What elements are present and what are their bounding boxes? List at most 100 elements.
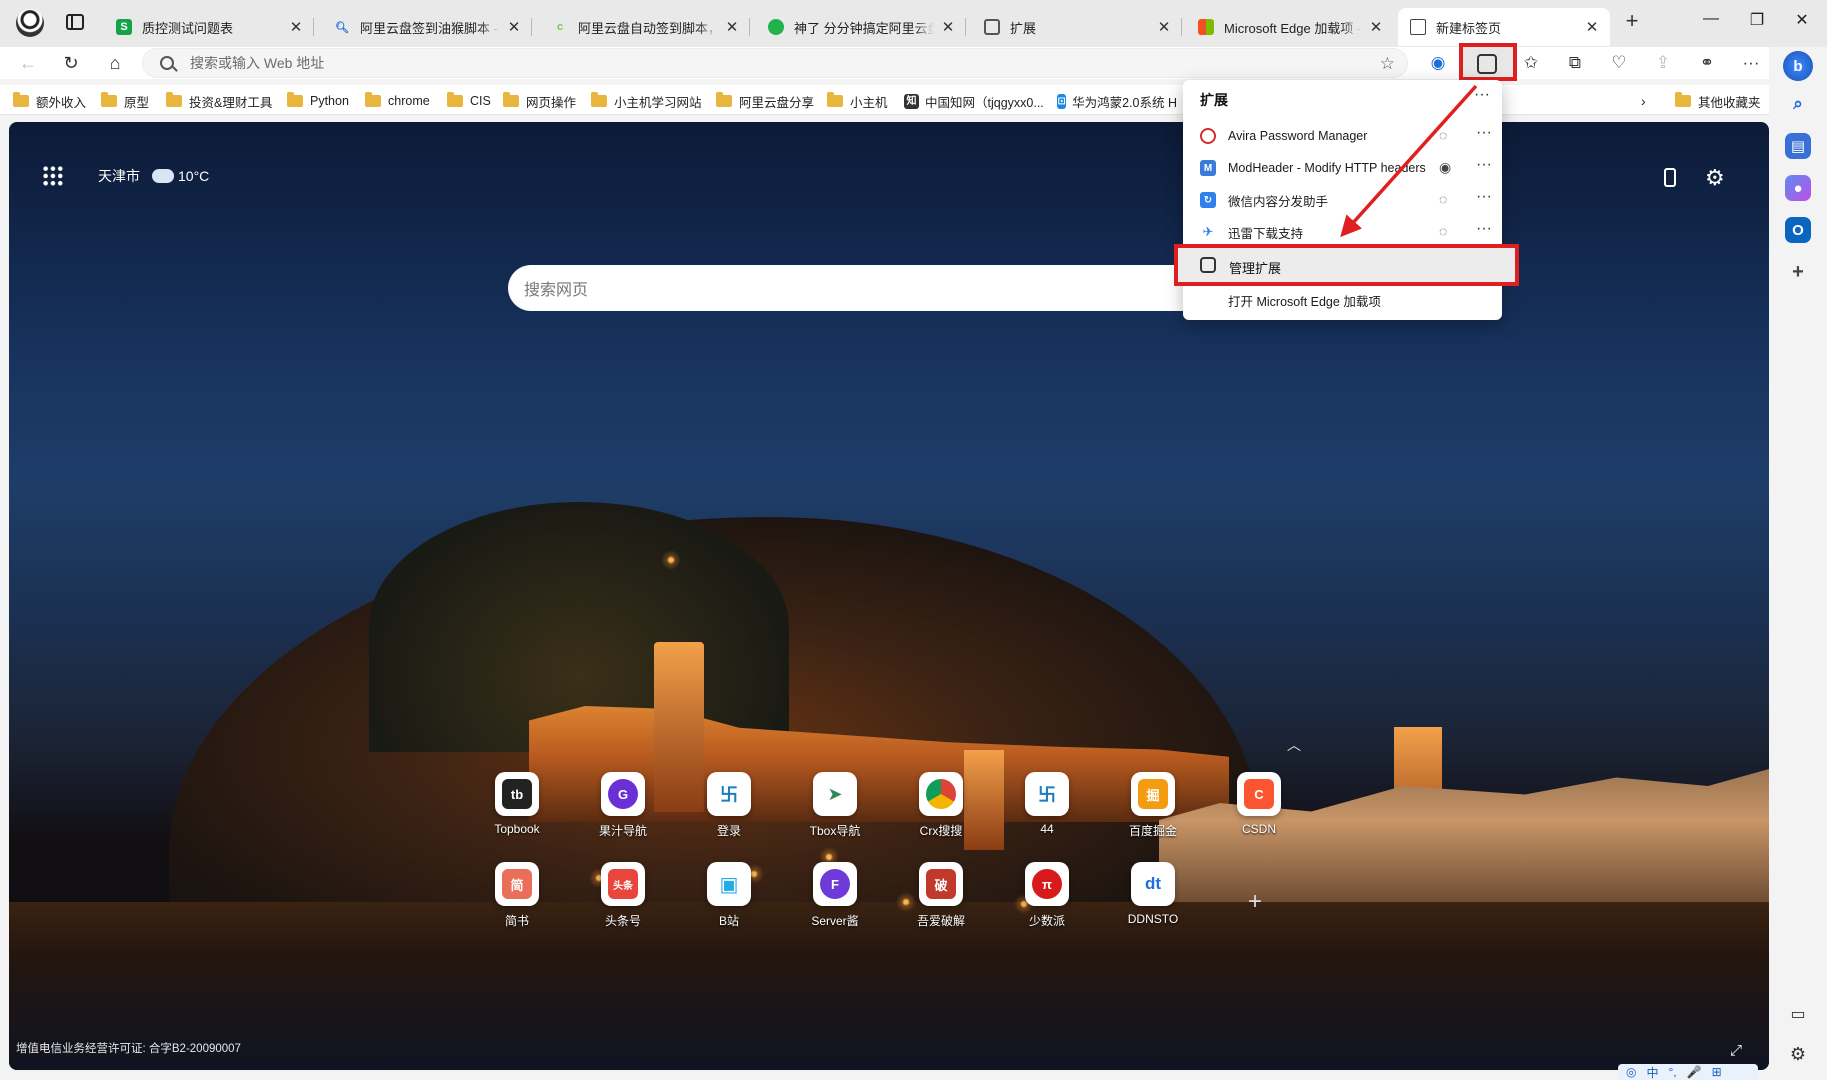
tab-4[interactable]: 扩展 ✕ bbox=[972, 8, 1182, 46]
quick-link-serverchan[interactable]: F Server酱 bbox=[792, 862, 878, 929]
quick-link-guozhi[interactable]: G 果汁导航 bbox=[580, 772, 666, 839]
settings-icon[interactable]: ⚙ bbox=[1785, 1041, 1811, 1067]
quick-link-juejin[interactable]: 掘百度掘金 bbox=[1110, 772, 1196, 839]
more-icon[interactable]: ··· bbox=[1476, 188, 1492, 206]
close-icon[interactable]: ✕ bbox=[724, 18, 740, 36]
bookmark-folder[interactable]: 原型 bbox=[101, 91, 149, 111]
close-icon[interactable]: ✕ bbox=[506, 18, 522, 36]
quick-link-tbox[interactable]: ➤ Tbox导航 bbox=[792, 772, 878, 839]
extension-item[interactable]: Avira Password Manager ◌ ··· bbox=[1183, 120, 1502, 152]
games-icon[interactable]: ● bbox=[1785, 175, 1811, 201]
close-icon[interactable]: ✕ bbox=[288, 18, 304, 36]
quick-link-bilibili[interactable]: ▣ B站 bbox=[686, 862, 772, 929]
folder-icon bbox=[365, 92, 381, 107]
back-button[interactable]: ← bbox=[14, 49, 42, 77]
bookmark-folder[interactable]: Python bbox=[287, 91, 349, 111]
tab-0[interactable]: S 质控测试问题表 ✕ bbox=[104, 8, 314, 46]
bookmark-folder[interactable]: 投资&理财工具 bbox=[166, 91, 272, 111]
extension-item[interactable]: M ModHeader - Modify HTTP headers ◉ ··· bbox=[1183, 152, 1502, 184]
tab-5[interactable]: Microsoft Edge 加载项 - Te ✕ bbox=[1186, 8, 1394, 46]
performance-icon[interactable]: ⚭ bbox=[1693, 49, 1721, 77]
search-icon[interactable]: ⌕ bbox=[1785, 91, 1811, 117]
quick-link-topbook[interactable]: tb Topbook bbox=[474, 772, 560, 836]
extensions-button[interactable] bbox=[1459, 43, 1517, 81]
bookmark-link[interactable]: ⊡ 华为鸿蒙2.0系统 H bbox=[1057, 91, 1177, 111]
search-icon: 🔍︎ bbox=[335, 21, 349, 34]
address-bar[interactable]: 搜索或输入 Web 地址 ☆ bbox=[142, 48, 1408, 78]
add-favorite-icon[interactable]: ☆ bbox=[1380, 54, 1395, 74]
tab-2[interactable]: c 阿里云盘自动签到脚本，适 ✕ bbox=[540, 8, 750, 46]
sidebar-toggle-icon[interactable]: ▭ bbox=[1785, 1001, 1811, 1027]
refresh-button[interactable]: ↻ bbox=[57, 49, 85, 77]
weather-widget[interactable]: 天津市 10°C bbox=[98, 163, 209, 186]
page-settings-icon[interactable]: ⚙ bbox=[1705, 165, 1725, 191]
more-icon[interactable]: ··· bbox=[1476, 156, 1492, 174]
site-icon: ⊡ bbox=[1057, 93, 1067, 109]
bookmark-folder[interactable]: CIS bbox=[447, 91, 491, 111]
open-edge-addons-item[interactable]: 打开 Microsoft Edge 加载项 bbox=[1228, 291, 1381, 310]
bookmark-folder[interactable]: 网页操作 bbox=[503, 91, 576, 111]
minimize-button[interactable]: — bbox=[1696, 10, 1726, 34]
quick-link-52pojie[interactable]: 破吾爱破解 bbox=[898, 862, 984, 929]
apps-launcher-icon[interactable] bbox=[42, 165, 64, 187]
more-icon[interactable]: ··· bbox=[1476, 220, 1492, 238]
quick-link-toutiao[interactable]: 头条 头条号 bbox=[580, 862, 666, 929]
wechat-icon bbox=[768, 19, 784, 35]
other-favorites-folder[interactable]: 其他收藏夹 bbox=[1675, 91, 1761, 111]
bookmark-folder[interactable]: 额外收入 bbox=[13, 91, 86, 111]
new-tab-button[interactable]: + bbox=[1620, 10, 1644, 34]
hidden-eye-icon[interactable]: ◌ bbox=[1439, 127, 1447, 143]
close-icon[interactable]: ✕ bbox=[1584, 18, 1600, 36]
expand-icon[interactable]: ⤢ bbox=[1730, 1042, 1742, 1059]
modheader-icon[interactable]: ◉ bbox=[1424, 49, 1452, 77]
quick-link-login[interactable]: 卐登录 bbox=[686, 772, 772, 839]
quick-link-jianshu[interactable]: 简简书 bbox=[474, 862, 560, 929]
collections-icon[interactable]: ⧉ bbox=[1561, 49, 1589, 77]
bookmark-folder[interactable]: 小主机 bbox=[827, 91, 888, 111]
add-quick-link-button[interactable]: + bbox=[1248, 888, 1262, 916]
extension-item[interactable]: ↻ 微信内容分发助手 ◌ ··· bbox=[1183, 184, 1502, 216]
quick-link-sspai[interactable]: π 少数派 bbox=[1004, 862, 1090, 929]
add-icon[interactable]: + bbox=[1785, 259, 1811, 285]
hidden-eye-icon[interactable]: ◌ bbox=[1439, 191, 1447, 207]
bookmark-link[interactable]: 知中国知网（tjqgyxx0... bbox=[904, 91, 1044, 111]
tools-icon[interactable]: ▤ bbox=[1785, 133, 1811, 159]
more-menu-icon[interactable]: ··· bbox=[1737, 49, 1765, 77]
search-icon bbox=[160, 56, 174, 70]
ime-toolbar[interactable]: ◎ 中 °, 🎤 ⊞ bbox=[1618, 1064, 1758, 1080]
bookmark-folder[interactable]: 小主机学习网站 bbox=[591, 91, 702, 111]
close-icon[interactable]: ✕ bbox=[940, 18, 956, 36]
favorites-icon[interactable]: ✩ bbox=[1517, 49, 1545, 77]
close-icon[interactable]: ✕ bbox=[1368, 18, 1384, 36]
chevron-up-icon[interactable]: ︿ bbox=[1287, 735, 1301, 755]
home-button[interactable]: ⌂ bbox=[101, 49, 129, 77]
quick-link-44[interactable]: 卐 44 bbox=[1004, 772, 1090, 836]
outlook-icon[interactable]: O bbox=[1785, 217, 1811, 243]
tab-6-active[interactable]: 新建标签页 ✕ bbox=[1398, 8, 1610, 46]
search-input[interactable]: 搜索网页 bbox=[508, 265, 1208, 311]
bing-copilot-icon[interactable]: b bbox=[1783, 51, 1813, 81]
profile-avatar[interactable] bbox=[16, 9, 44, 37]
phone-icon[interactable] bbox=[1664, 168, 1676, 187]
manage-extensions-item[interactable]: 管理扩展 bbox=[1174, 244, 1519, 286]
tab-1[interactable]: 🔍︎ 阿里云盘签到油猴脚本 - 搜 ✕ bbox=[322, 8, 532, 46]
chevron-right-icon[interactable]: › bbox=[1641, 91, 1646, 111]
visible-eye-icon[interactable]: ◉ bbox=[1439, 159, 1451, 176]
bookmark-folder[interactable]: chrome bbox=[365, 91, 430, 111]
tab-actions-icon[interactable] bbox=[66, 14, 84, 30]
bookmark-folder[interactable]: 阿里云盘分享 bbox=[716, 91, 814, 111]
more-icon[interactable]: ··· bbox=[1476, 124, 1492, 142]
folder-icon bbox=[827, 92, 843, 107]
close-window-button[interactable]: ✕ bbox=[1787, 10, 1817, 34]
quick-link-ddnsto[interactable]: dt DDNSTO bbox=[1110, 862, 1196, 926]
browser-essentials-icon[interactable]: ♡ bbox=[1605, 49, 1633, 77]
share-icon[interactable]: ⇪ bbox=[1649, 49, 1677, 77]
more-icon[interactable]: ··· bbox=[1474, 86, 1490, 104]
hidden-eye-icon[interactable]: ◌ bbox=[1439, 223, 1447, 239]
restore-button[interactable]: ❐ bbox=[1742, 10, 1772, 34]
quick-link-crx[interactable]: Crx搜搜 bbox=[898, 772, 984, 839]
newtab-icon bbox=[1410, 19, 1426, 35]
close-icon[interactable]: ✕ bbox=[1156, 18, 1172, 36]
quick-link-csdn[interactable]: C CSDN bbox=[1216, 772, 1302, 836]
tab-3[interactable]: 神了 分分钟搞定阿里云盘自 ✕ bbox=[756, 8, 966, 46]
